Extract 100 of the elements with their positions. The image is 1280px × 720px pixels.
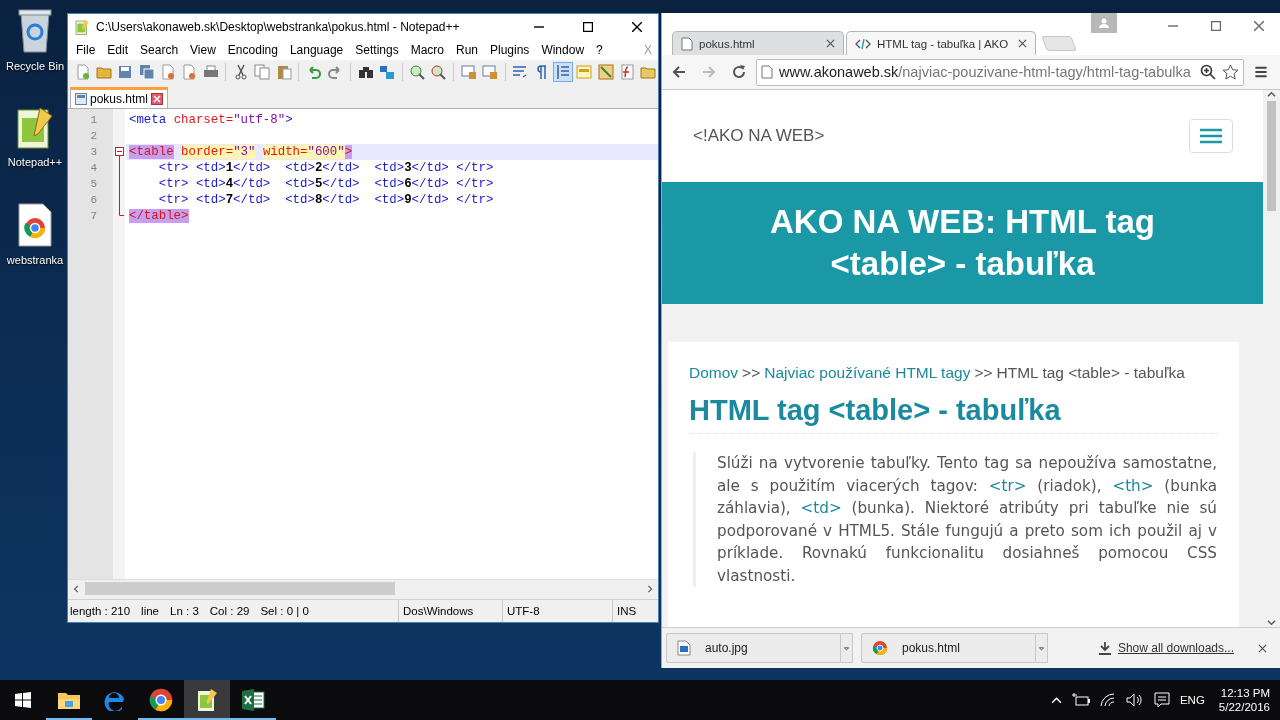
code-line: <meta charset="utf-8"> (128, 112, 294, 128)
caret-down-icon (843, 644, 850, 652)
line-number: 6 (89, 194, 97, 206)
open-folder-icon (96, 64, 112, 80)
edge-icon (104, 689, 126, 711)
code-line: <tr> <td>4</td> <td>5</td> <td>6</td> </tr> (157, 176, 495, 192)
cut-icon (232, 64, 249, 80)
download-menu-button[interactable] (1036, 633, 1048, 663)
browser-tab[interactable]: pokus.html (672, 31, 844, 55)
file-tab[interactable]: pokus.html (70, 87, 169, 108)
caret-down-icon (1038, 644, 1045, 652)
menu-item[interactable]: Settings (349, 40, 405, 60)
breadcrumb-separator: >> (974, 364, 993, 382)
language-indicator[interactable]: ENG (1179, 694, 1205, 706)
line-number: 4 (89, 162, 97, 174)
close-icon (1018, 39, 1027, 48)
zoom-in-button[interactable] (407, 62, 427, 82)
code-line: <tr> <td>7</td> <td>8</td> <td>9</td> </tr> (157, 192, 495, 208)
profile-button[interactable] (1091, 13, 1117, 33)
status-text: UTF-8 (502, 600, 612, 622)
download-item[interactable]: auto.jpg (666, 633, 841, 663)
show-all-downloads-link[interactable]: Show all downloads... (1097, 641, 1234, 655)
article-heading: HTML tag <table> - tabuľka (689, 394, 1217, 434)
menu-item[interactable]: File (70, 40, 102, 60)
speaker-icon (1125, 693, 1144, 707)
line-number: 1 (89, 114, 97, 126)
chevron-down-icon (1267, 618, 1276, 627)
url-text: www.akonaweb.sk/najviac-pouzivane-html-tagy/html-tag-tabulka (779, 64, 1192, 80)
vertical-scrollbar[interactable] (1263, 90, 1280, 627)
menu-icon (1200, 128, 1222, 144)
chrome-file-icon (17, 202, 53, 248)
download-item[interactable]: pokus.html (861, 633, 1036, 663)
download-menu-button[interactable] (841, 633, 853, 663)
menu-item[interactable]: Macro (404, 40, 450, 60)
code-icon (855, 37, 871, 50)
maximize-icon (582, 22, 593, 32)
copy-icon (254, 64, 271, 80)
save-all-icon (138, 64, 155, 80)
window-icon (482, 64, 499, 80)
new-file-icon (74, 64, 91, 80)
window-title: C:\Users\akonaweb.sk\Desktop\webstranka\pokus.html - Notepad++ (96, 20, 461, 34)
status-text: INS (612, 600, 652, 622)
indent-guide-button[interactable] (553, 62, 573, 82)
taskbar-app-button[interactable] (184, 680, 230, 720)
close-icon (1257, 643, 1267, 653)
print-icon (202, 64, 219, 80)
menu-item[interactable]: View (184, 40, 222, 60)
breadcrumb-current: HTML tag <table> - tabuľka (996, 364, 1185, 382)
close-all-icon (181, 64, 198, 80)
menu-item[interactable]: Plugins (484, 40, 536, 60)
desktop-icon-label[interactable]: Notepad++ (7, 156, 63, 168)
image-file-icon (677, 640, 691, 656)
status-text: line (141, 605, 159, 617)
replace-icon (378, 64, 395, 80)
panel-icon (576, 64, 593, 80)
save-all-button[interactable] (137, 62, 157, 82)
scrollbar-thumb[interactable] (85, 582, 395, 595)
notepad-icon (196, 688, 218, 712)
indent-guide-icon (555, 64, 572, 80)
menu-item[interactable]: Language (283, 40, 350, 60)
menu-item[interactable]: Window (535, 40, 591, 60)
zoom-in-icon (409, 64, 426, 80)
close-icon (1253, 21, 1264, 31)
window-button[interactable] (480, 62, 500, 82)
chrome-icon (872, 640, 888, 656)
download-icon (1097, 641, 1112, 655)
breadcrumb-separator: >> (742, 364, 761, 382)
close-file-icon (159, 64, 176, 80)
menu-item[interactable]: ? (590, 40, 609, 60)
breadcrumb-link[interactable]: Najviac používané HTML tagy (764, 364, 971, 382)
clock-time[interactable]: 12:13 PM (1220, 687, 1270, 699)
window-icon (460, 64, 477, 80)
panel-button[interactable] (574, 62, 595, 82)
code-line: <tr> <td>1</td> <td>2</td> <td>3</td> </tr> (157, 160, 495, 176)
spreadsheet-icon (241, 689, 265, 711)
desktop-icon-label[interactable]: Recycle Bin (5, 60, 65, 72)
windows-logo-icon (15, 692, 31, 708)
address-field[interactable]: www.akonaweb.sk/najviac-pouzivane-html-tagy/html-tag-tabulka (756, 58, 1244, 86)
menu-item[interactable]: Run (450, 40, 484, 60)
forward-arrow-icon (701, 64, 717, 80)
map-button[interactable] (596, 62, 616, 82)
menu-item[interactable]: Encoding (221, 40, 284, 60)
wrap-icon (512, 64, 529, 80)
menu-item[interactable]: Search (134, 40, 185, 60)
desktop-icon-label[interactable]: webstranka (6, 254, 64, 266)
page-icon (761, 65, 773, 79)
browser-tab[interactable]: HTML tag - tabuľka | AKO (846, 31, 1036, 55)
site-logo[interactable]: <!AKO NA WEB> (693, 126, 825, 146)
breadcrumb-link[interactable]: Domov (689, 364, 739, 382)
save-icon (117, 64, 134, 80)
function-icon (619, 64, 635, 80)
line-number: 5 (89, 178, 97, 190)
back-arrow-icon (671, 64, 687, 80)
clock-date[interactable]: 5/22/2016 (1218, 701, 1270, 713)
map-icon (597, 64, 614, 80)
line-number: 3 (89, 146, 97, 158)
window-button[interactable] (459, 62, 479, 82)
scrollbar-thumb[interactable] (1267, 101, 1276, 211)
binoculars-icon (357, 64, 374, 80)
menu-item[interactable]: Edit (101, 40, 135, 60)
